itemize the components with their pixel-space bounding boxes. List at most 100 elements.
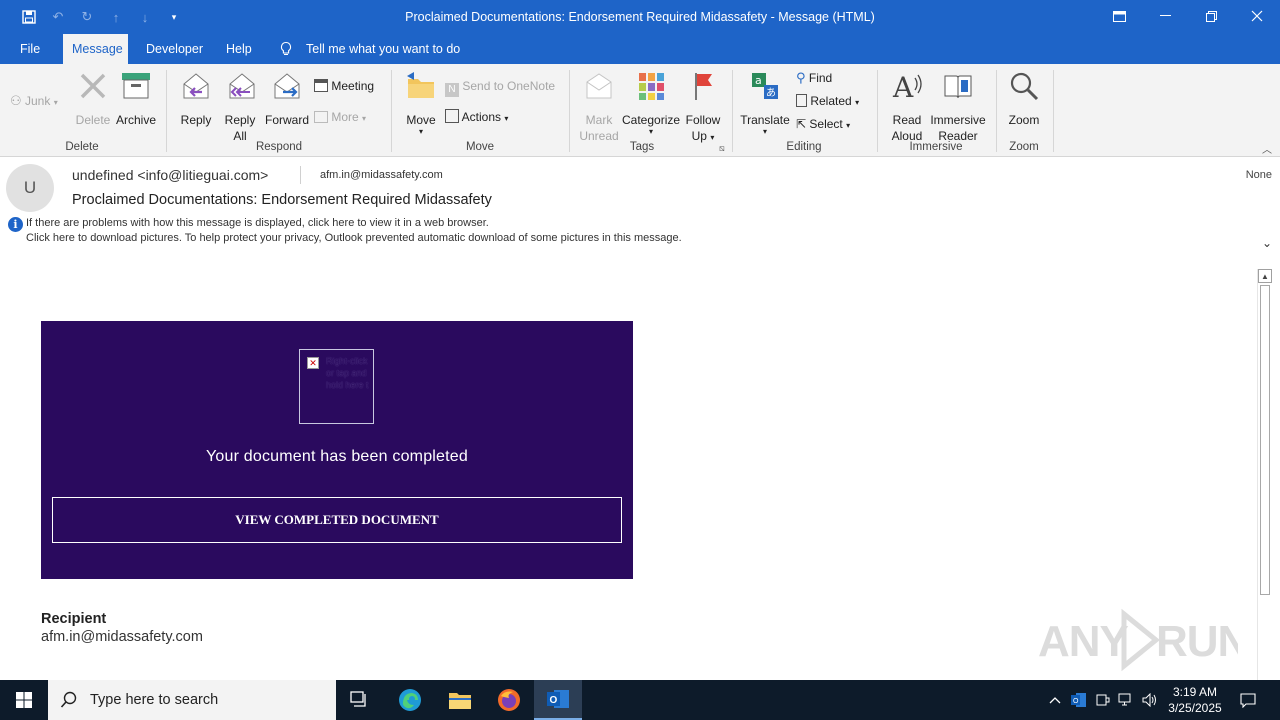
recipient-value[interactable]: afm.in@midassafety.com	[41, 629, 203, 645]
tags-dialog-launcher-icon[interactable]: ⧅	[719, 143, 725, 154]
group-label-respond: Respond	[255, 141, 303, 153]
translate-button[interactable]: aあ Translate ▾	[740, 70, 790, 136]
windows-logo-icon	[16, 692, 32, 708]
delete-icon	[80, 73, 106, 99]
volume-icon[interactable]	[1141, 690, 1159, 710]
junk-button[interactable]: ⚇ Junk ▾	[10, 92, 58, 110]
flag-icon	[695, 73, 712, 100]
scroll-up-button[interactable]: ▲	[1258, 269, 1272, 283]
window-title: Proclaimed Documentations: Endorsement R…	[405, 10, 875, 24]
tab-message[interactable]: Message	[63, 34, 128, 64]
immersive-reader-button[interactable]: Immersive Reader	[928, 70, 988, 144]
device-tray-icon[interactable]	[1094, 690, 1112, 710]
reply-all-button[interactable]: Reply All	[219, 70, 261, 144]
infobar-download-pictures[interactable]: Click here to download pictures. To help…	[26, 232, 682, 244]
avatar: U	[6, 164, 54, 212]
vertical-scrollbar[interactable]: ▲	[1257, 269, 1272, 680]
retention-policy: None	[1245, 169, 1272, 181]
lightbulb-icon	[278, 41, 294, 57]
delete-button[interactable]: Delete	[72, 70, 114, 128]
task-view-button[interactable]	[336, 680, 384, 720]
taskbar-search[interactable]: Type here to search	[48, 680, 336, 720]
blocked-image-placeholder[interactable]: ✕ Right-click or tap and hold here t	[299, 349, 374, 424]
network-icon[interactable]	[1117, 690, 1135, 710]
anyrun-logo: ANY RUN	[1038, 608, 1238, 672]
ribbon-display-options-icon[interactable]	[1096, 0, 1142, 32]
move-button[interactable]: Move ▾	[401, 70, 441, 136]
broken-image-icon: ✕	[307, 357, 319, 369]
minimize-button[interactable]	[1142, 0, 1188, 32]
follow-up-button[interactable]: Follow Up ▾	[683, 70, 723, 146]
sender[interactable]: undefined <info@litieguai.com>	[72, 167, 268, 183]
group-label-delete: Delete	[65, 141, 99, 153]
start-button[interactable]	[0, 680, 48, 720]
group-label-tags: Tags	[629, 141, 655, 153]
actions-button[interactable]: Actions ▾	[445, 108, 508, 126]
tab-help[interactable]: Help	[217, 34, 261, 64]
chevron-down-icon[interactable]: ⌄	[1262, 236, 1272, 250]
reply-button[interactable]: Reply	[175, 70, 217, 128]
archive-button[interactable]: Archive	[114, 70, 158, 128]
ribbon-divider	[391, 70, 392, 152]
more-respond-button[interactable]: More ▾	[314, 108, 366, 126]
meeting-button[interactable]: Meeting	[314, 77, 374, 95]
reply-all-icon	[229, 73, 255, 99]
title-bar: ↶ ↻ ↑ ↓ ▾ Proclaimed Documentations: End…	[0, 0, 1280, 34]
outlook-button[interactable]: O	[534, 680, 582, 720]
collapse-ribbon-icon[interactable]: ︿	[1262, 141, 1272, 156]
related-button[interactable]: Related ▾	[796, 92, 859, 110]
email-banner: ✕ Right-click or tap and hold here t You…	[41, 321, 633, 579]
anyrun-watermark: ANY RUN	[1038, 608, 1238, 672]
reply-icon	[183, 73, 209, 99]
clock-time: 3:19 AM	[1172, 685, 1218, 699]
calendar-icon	[314, 79, 328, 92]
message-subject: Proclaimed Documentations: Endorsement R…	[72, 192, 492, 208]
scrollbar-thumb[interactable]	[1260, 285, 1270, 595]
ribbon-divider	[569, 70, 570, 152]
ribbon-divider	[166, 70, 167, 152]
recipient-to[interactable]: afm.in@midassafety.com	[320, 169, 443, 181]
translate-icon: aあ	[752, 73, 778, 99]
svg-text:a: a	[755, 74, 762, 87]
group-label-editing: Editing	[786, 141, 822, 153]
categorize-button[interactable]: Categorize ▾	[622, 70, 680, 136]
outlook-tray-icon[interactable]: O	[1070, 690, 1088, 710]
firefox-icon	[498, 689, 520, 711]
menu-bar: File Message Developer Help Tell me what…	[0, 34, 1280, 64]
read-aloud-button[interactable]: A Read Aloud	[887, 70, 927, 144]
find-icon: ⚲	[796, 70, 806, 85]
view-completed-document-button[interactable]: VIEW COMPLETED DOCUMENT	[52, 497, 622, 543]
forward-icon	[274, 73, 300, 99]
mark-unread-button[interactable]: Mark Unread	[578, 70, 620, 144]
header-divider	[300, 166, 301, 184]
recipient-label: Recipient	[41, 611, 107, 627]
svg-text:RUN: RUN	[1156, 617, 1238, 666]
svg-text:A: A	[892, 71, 914, 102]
document-message: Your document has been completed	[206, 448, 468, 465]
onenote-icon: N	[445, 83, 459, 97]
read-aloud-icon: A	[892, 71, 922, 102]
junk-icon: ⚇	[10, 93, 22, 108]
zoom-button[interactable]: Zoom	[1004, 70, 1044, 128]
svg-text:ANY: ANY	[1038, 617, 1129, 666]
group-label-move: Move	[465, 141, 495, 153]
infobar-web-browser[interactable]: If there are problems with how this mess…	[26, 217, 489, 229]
tell-me-search[interactable]: Tell me what you want to do	[297, 34, 469, 64]
forward-button[interactable]: Forward	[263, 70, 311, 128]
file-explorer-button[interactable]	[436, 680, 484, 720]
ribbon-divider	[996, 70, 997, 152]
categorize-icon	[639, 73, 664, 100]
tab-developer[interactable]: Developer	[137, 34, 212, 64]
show-hidden-icons-icon[interactable]	[1046, 690, 1064, 710]
send-to-onenote-button[interactable]: N Send to OneNote	[445, 77, 555, 97]
edge-button[interactable]	[386, 680, 434, 720]
notifications-icon[interactable]	[1238, 690, 1258, 710]
restore-button[interactable]	[1188, 0, 1234, 32]
firefox-button[interactable]	[485, 680, 533, 720]
immersive-reader-icon	[944, 75, 972, 99]
tab-file[interactable]: File	[11, 34, 49, 64]
close-button[interactable]	[1234, 0, 1280, 32]
system-clock[interactable]: 3:19 AM 3/25/2025	[1166, 684, 1224, 716]
select-button[interactable]: ⇱ Select ▾	[796, 115, 850, 133]
find-button[interactable]: ⚲ Find	[796, 69, 832, 87]
